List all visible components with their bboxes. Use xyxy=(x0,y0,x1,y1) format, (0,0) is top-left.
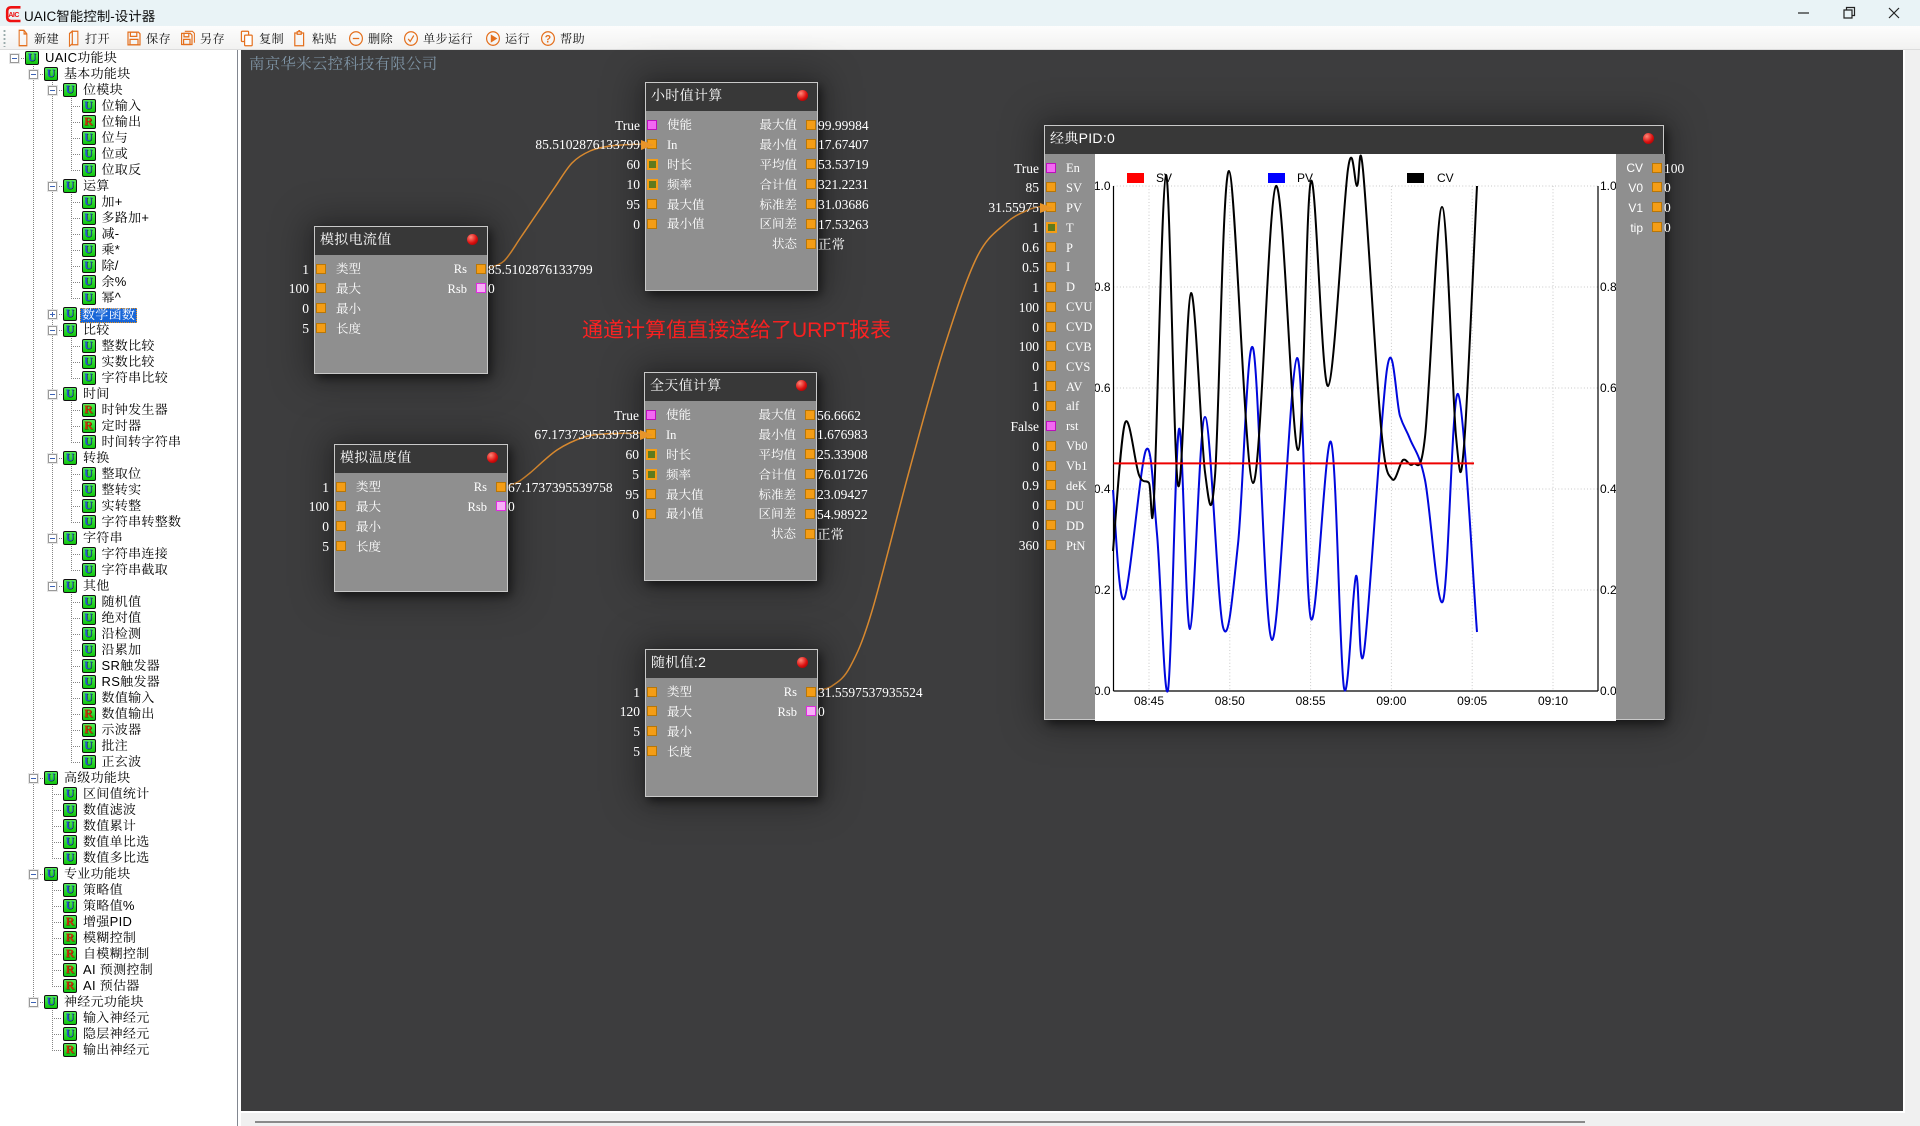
svg-text:?: ? xyxy=(545,33,552,45)
svg-text:0.6: 0.6 xyxy=(1600,381,1616,395)
svg-text:0.6: 0.6 xyxy=(1095,381,1111,395)
svg-text:08:50: 08:50 xyxy=(1215,694,1245,708)
svg-text:0.4: 0.4 xyxy=(1095,482,1111,496)
svg-text:1.0: 1.0 xyxy=(1600,179,1616,193)
svg-text:CV: CV xyxy=(1437,171,1454,185)
svg-text:0.0: 0.0 xyxy=(1600,684,1616,698)
svg-text:PV: PV xyxy=(1297,171,1313,185)
svg-text:0.8: 0.8 xyxy=(1095,280,1111,294)
svg-text:09:10: 09:10 xyxy=(1538,694,1568,708)
svg-text:0.4: 0.4 xyxy=(1600,482,1616,496)
svg-text:0.0: 0.0 xyxy=(1095,684,1111,698)
svg-text:09:00: 09:00 xyxy=(1376,694,1406,708)
svg-text:SV: SV xyxy=(1156,171,1172,185)
svg-text:0.8: 0.8 xyxy=(1600,280,1616,294)
svg-text:AIC: AIC xyxy=(8,12,19,19)
svg-text:1.0: 1.0 xyxy=(1095,179,1111,193)
svg-text:08:55: 08:55 xyxy=(1296,694,1326,708)
svg-text:09:05: 09:05 xyxy=(1457,694,1487,708)
svg-text:08:45: 08:45 xyxy=(1134,694,1164,708)
svg-text:0.2: 0.2 xyxy=(1600,583,1616,597)
svg-text:0.2: 0.2 xyxy=(1095,583,1111,597)
